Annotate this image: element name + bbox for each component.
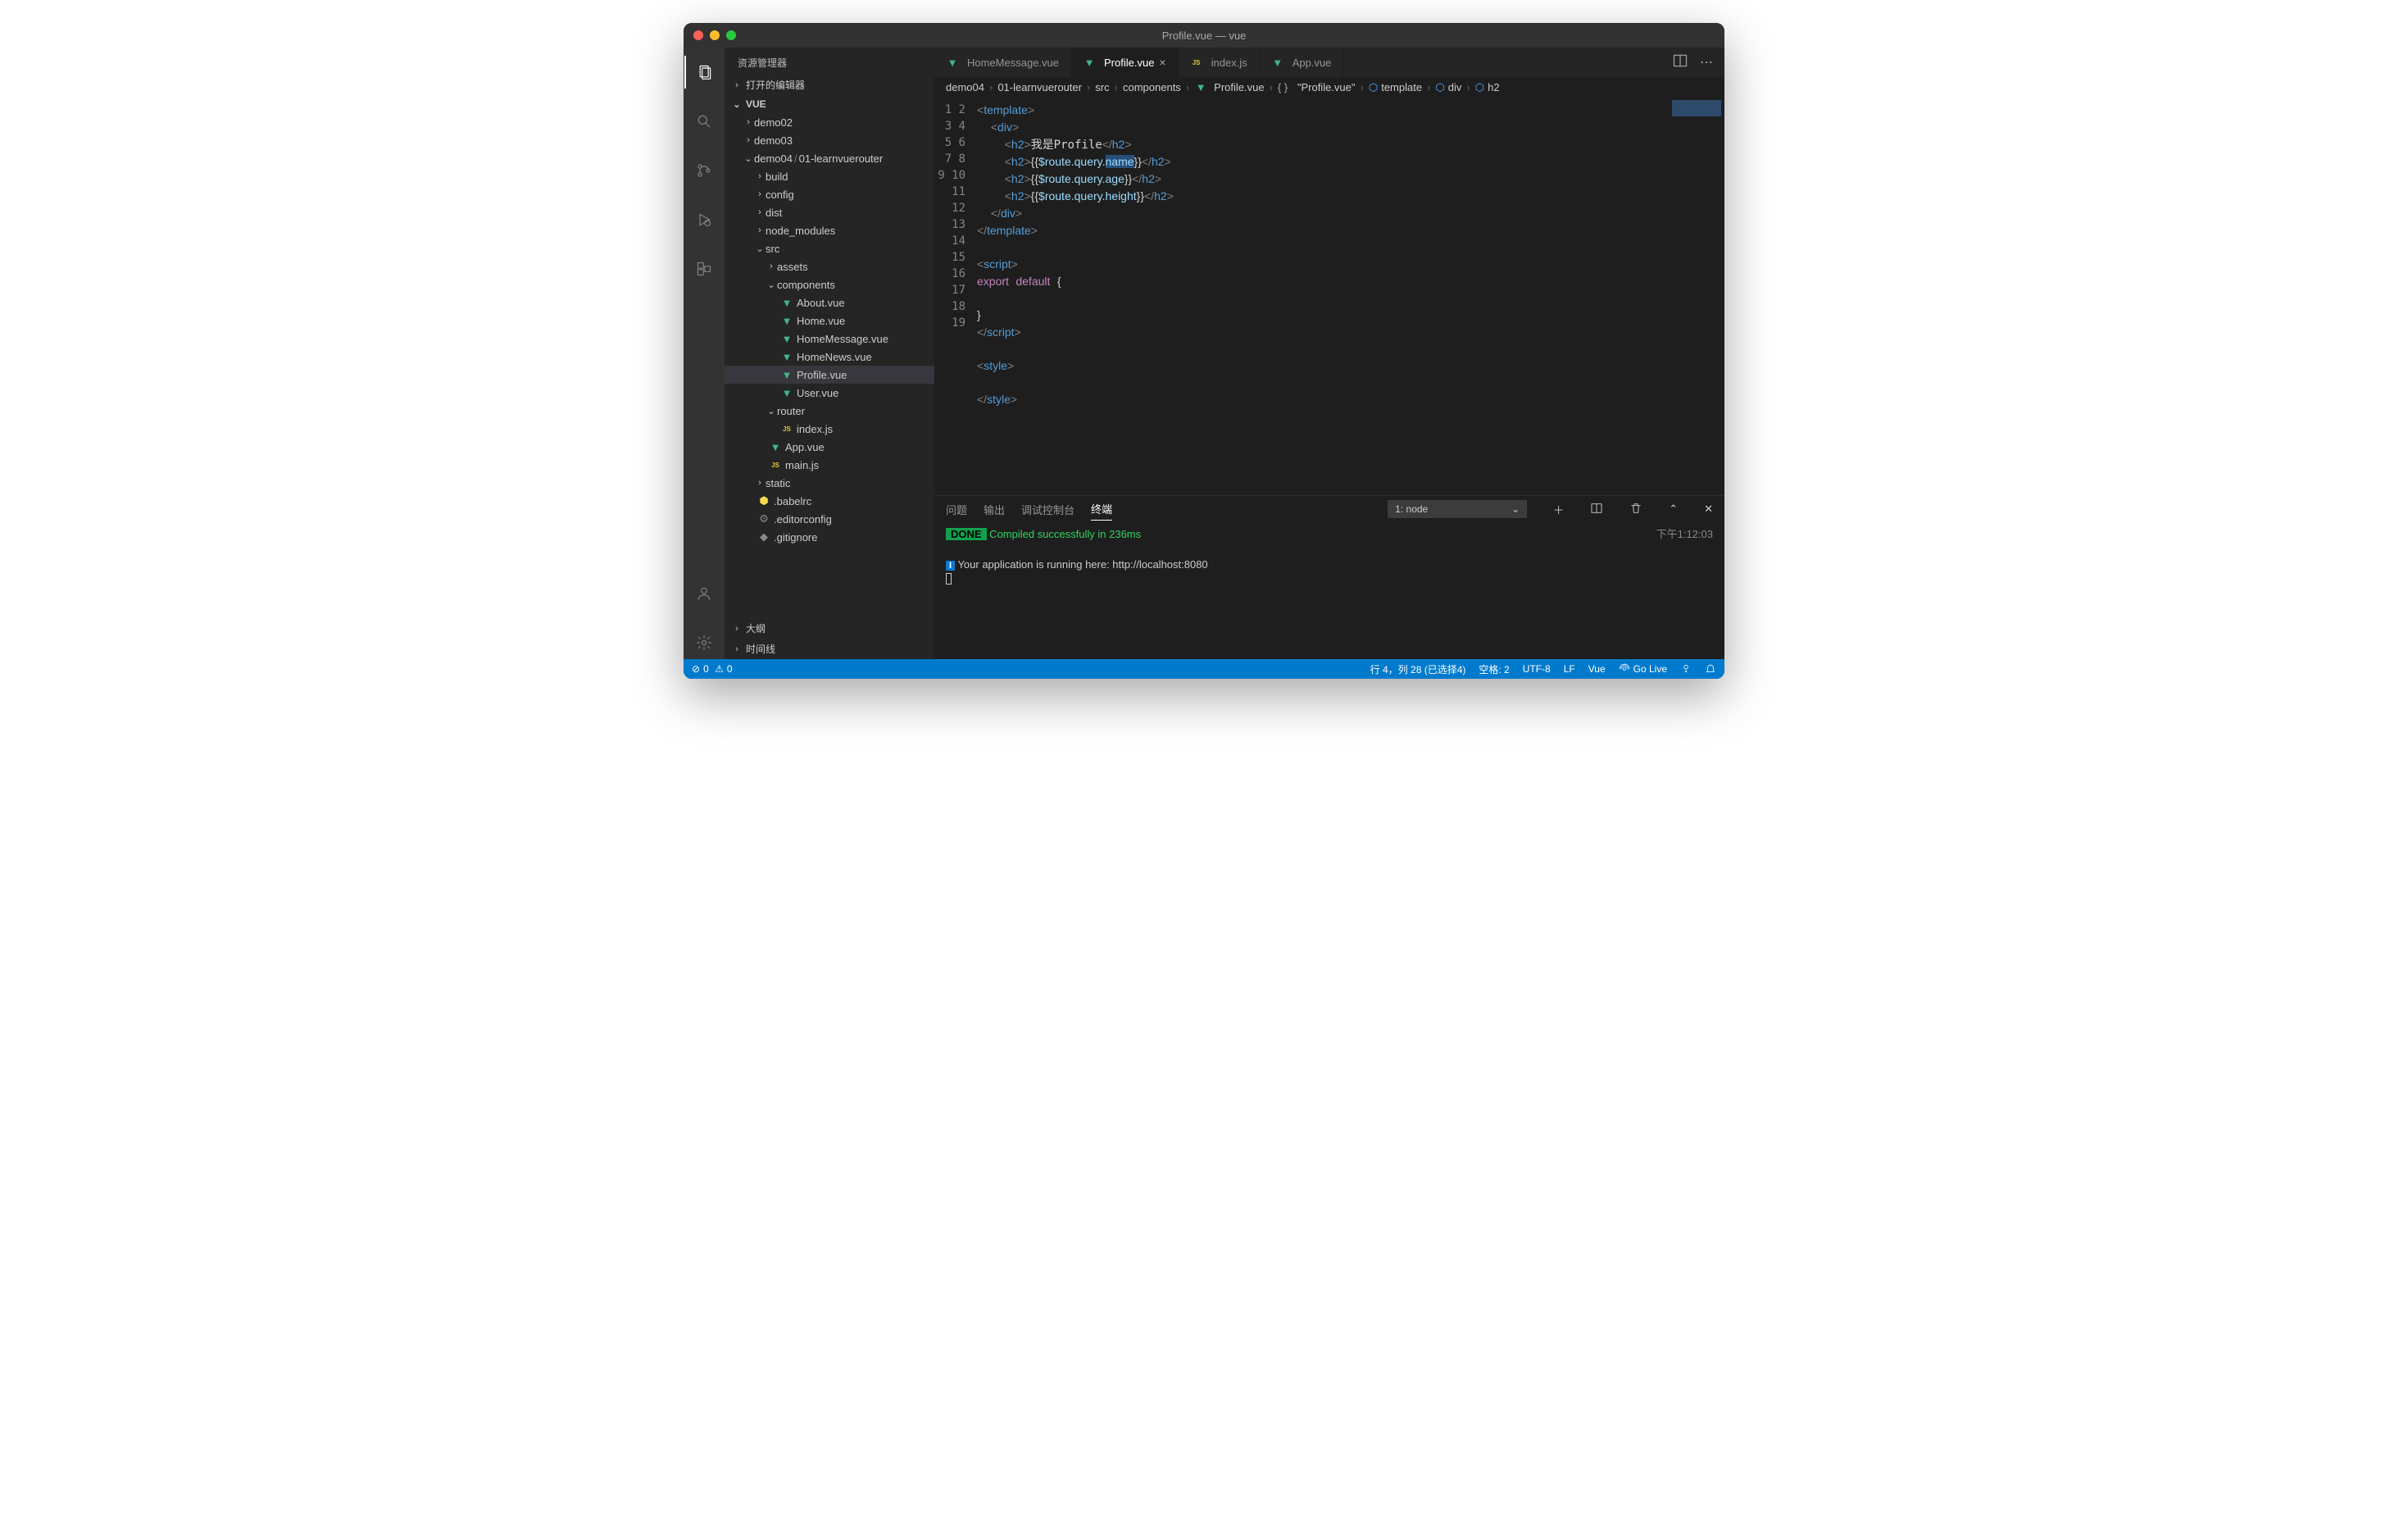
editor-tabs: ▼HomeMessage.vue ▼Profile.vue× JSindex.j… xyxy=(934,48,1724,77)
code-content[interactable]: <template> <div> <h2>我是Profile</h2> <h2>… xyxy=(974,97,1659,495)
crumb-file: ▼Profile.vue xyxy=(1194,81,1264,93)
outline-section[interactable]: ›大纲 xyxy=(725,618,934,639)
terminal-output[interactable]: DONE Compiled successfully in 236ms下午1:1… xyxy=(934,522,1724,659)
status-errors[interactable]: ⊘ 0 ⚠ 0 xyxy=(692,663,733,675)
bottom-panel: 问题 输出 调试控制台 终端 1: node⌄ ＋ ⌃ ✕ DONE Compi… xyxy=(934,495,1724,659)
new-terminal-icon[interactable]: ＋ xyxy=(1553,502,1564,517)
trash-terminal-icon[interactable] xyxy=(1629,502,1642,517)
status-encoding[interactable]: UTF-8 xyxy=(1523,663,1551,675)
minimize-window-button[interactable] xyxy=(710,30,720,40)
main-area: ▼HomeMessage.vue ▼Profile.vue× JSindex.j… xyxy=(934,48,1724,659)
code-editor[interactable]: 1 2 3 4 5 6 7 8 9 10 11 12 13 14 15 16 1… xyxy=(934,97,1724,495)
status-golive[interactable]: Go Live xyxy=(1619,663,1667,675)
search-icon[interactable] xyxy=(684,105,724,138)
status-indent[interactable]: 空格: 2 xyxy=(1479,662,1509,676)
extensions-icon[interactable] xyxy=(684,252,724,285)
project-section[interactable]: ⌄VUE xyxy=(725,95,934,113)
file-home-vue[interactable]: ▼Home.vue xyxy=(725,312,934,330)
folder-demo04[interactable]: ⌄demo04 / 01-learnvuerouter xyxy=(725,149,934,167)
folder-src[interactable]: ⌄src xyxy=(725,239,934,257)
file-homemessage-vue[interactable]: ▼HomeMessage.vue xyxy=(725,330,934,348)
crumb-template: ⬡template xyxy=(1369,81,1422,94)
vscode-window: Profile.vue — vue 资源管理器 ›打开的编辑器 ⌄VUE ›de… xyxy=(684,23,1724,679)
status-feedback-icon[interactable] xyxy=(1680,663,1692,675)
tab-app[interactable]: ▼App.vue xyxy=(1260,48,1344,77)
panel-tab-output[interactable]: 输出 xyxy=(984,498,1005,521)
file-user-vue[interactable]: ▼User.vue xyxy=(725,384,934,402)
file-profile-vue[interactable]: ▼Profile.vue xyxy=(725,366,934,384)
panel-maximize-icon[interactable]: ⌃ xyxy=(1669,503,1678,516)
minimap[interactable] xyxy=(1659,97,1724,495)
crumb-h2: ⬡h2 xyxy=(1475,81,1500,94)
traffic-lights xyxy=(693,30,736,40)
panel-tab-problems[interactable]: 问题 xyxy=(946,498,967,521)
file-editorconfig[interactable]: ⚙.editorconfig xyxy=(725,510,934,528)
folder-assets[interactable]: ›assets xyxy=(725,257,934,275)
file-homenews-vue[interactable]: ▼HomeNews.vue xyxy=(725,348,934,366)
split-editor-icon[interactable] xyxy=(1672,52,1688,73)
source-control-icon[interactable] xyxy=(684,154,724,187)
line-numbers: 1 2 3 4 5 6 7 8 9 10 11 12 13 14 15 16 1… xyxy=(934,97,974,495)
folder-config[interactable]: ›config xyxy=(725,185,934,203)
timeline-section[interactable]: ›时间线 xyxy=(725,639,934,659)
status-bell-icon[interactable] xyxy=(1705,663,1716,675)
breadcrumbs[interactable]: demo04› 01-learnvuerouter› src› componen… xyxy=(934,77,1724,97)
more-actions-icon[interactable]: ⋯ xyxy=(1700,54,1713,71)
tab-homemessage[interactable]: ▼HomeMessage.vue xyxy=(934,48,1071,77)
panel-close-icon[interactable]: ✕ xyxy=(1704,503,1713,516)
folder-node-modules[interactable]: ›node_modules xyxy=(725,221,934,239)
crumb-div: ⬡div xyxy=(1435,81,1461,94)
status-language[interactable]: Vue xyxy=(1588,663,1606,675)
done-badge: DONE xyxy=(946,528,987,540)
explorer-icon[interactable] xyxy=(684,56,724,89)
panel-tabs: 问题 输出 调试控制台 终端 1: node⌄ ＋ ⌃ ✕ xyxy=(934,496,1724,522)
terminal-timestamp: 下午1:12:03 xyxy=(1656,527,1713,542)
status-cursor[interactable]: 行 4，列 28 (已选择4) xyxy=(1370,662,1466,676)
folder-router[interactable]: ⌄router xyxy=(725,402,934,420)
crumb-symbol-file: { } "Profile.vue" xyxy=(1278,81,1356,93)
close-window-button[interactable] xyxy=(693,30,703,40)
title-bar: Profile.vue — vue xyxy=(684,23,1724,48)
folder-static[interactable]: ›static xyxy=(725,474,934,492)
tab-profile[interactable]: ▼Profile.vue× xyxy=(1071,48,1179,77)
file-gitignore[interactable]: ◆.gitignore xyxy=(725,528,934,546)
file-about-vue[interactable]: ▼About.vue xyxy=(725,293,934,312)
folder-dist[interactable]: ›dist xyxy=(725,203,934,221)
close-tab-icon[interactable]: × xyxy=(1159,56,1165,69)
activity-bar xyxy=(684,48,725,659)
folder-components[interactable]: ⌄components xyxy=(725,275,934,293)
panel-tab-debug[interactable]: 调试控制台 xyxy=(1021,498,1075,521)
open-editors-section[interactable]: ›打开的编辑器 xyxy=(725,75,934,95)
file-tree: ›demo02 ›demo03 ⌄demo04 / 01-learnvuerou… xyxy=(725,113,934,618)
terminal-selector[interactable]: 1: node⌄ xyxy=(1388,500,1527,518)
panel-tab-terminal[interactable]: 终端 xyxy=(1091,498,1112,521)
settings-gear-icon[interactable] xyxy=(684,626,724,659)
sidebar: 资源管理器 ›打开的编辑器 ⌄VUE ›demo02 ›demo03 ⌄demo… xyxy=(725,48,934,659)
file-main-js[interactable]: JSmain.js xyxy=(725,456,934,474)
split-terminal-icon[interactable] xyxy=(1590,502,1603,517)
status-eol[interactable]: LF xyxy=(1564,663,1575,675)
window-title: Profile.vue — vue xyxy=(1162,30,1247,42)
account-icon[interactable] xyxy=(684,577,724,610)
sidebar-title: 资源管理器 xyxy=(725,48,934,75)
folder-demo03[interactable]: ›demo03 xyxy=(725,131,934,149)
info-badge: I xyxy=(946,561,955,571)
maximize-window-button[interactable] xyxy=(726,30,736,40)
file-index-js[interactable]: JSindex.js xyxy=(725,420,934,438)
file-app-vue[interactable]: ▼App.vue xyxy=(725,438,934,456)
tab-index[interactable]: JSindex.js xyxy=(1179,48,1260,77)
status-bar: ⊘ 0 ⚠ 0 行 4，列 28 (已选择4) 空格: 2 UTF-8 LF V… xyxy=(684,659,1724,679)
chevron-down-icon: ⌄ xyxy=(1511,503,1520,515)
folder-build[interactable]: ›build xyxy=(725,167,934,185)
folder-demo02[interactable]: ›demo02 xyxy=(725,113,934,131)
file-babelrc[interactable]: ⬢.babelrc xyxy=(725,492,934,510)
debug-icon[interactable] xyxy=(684,203,724,236)
